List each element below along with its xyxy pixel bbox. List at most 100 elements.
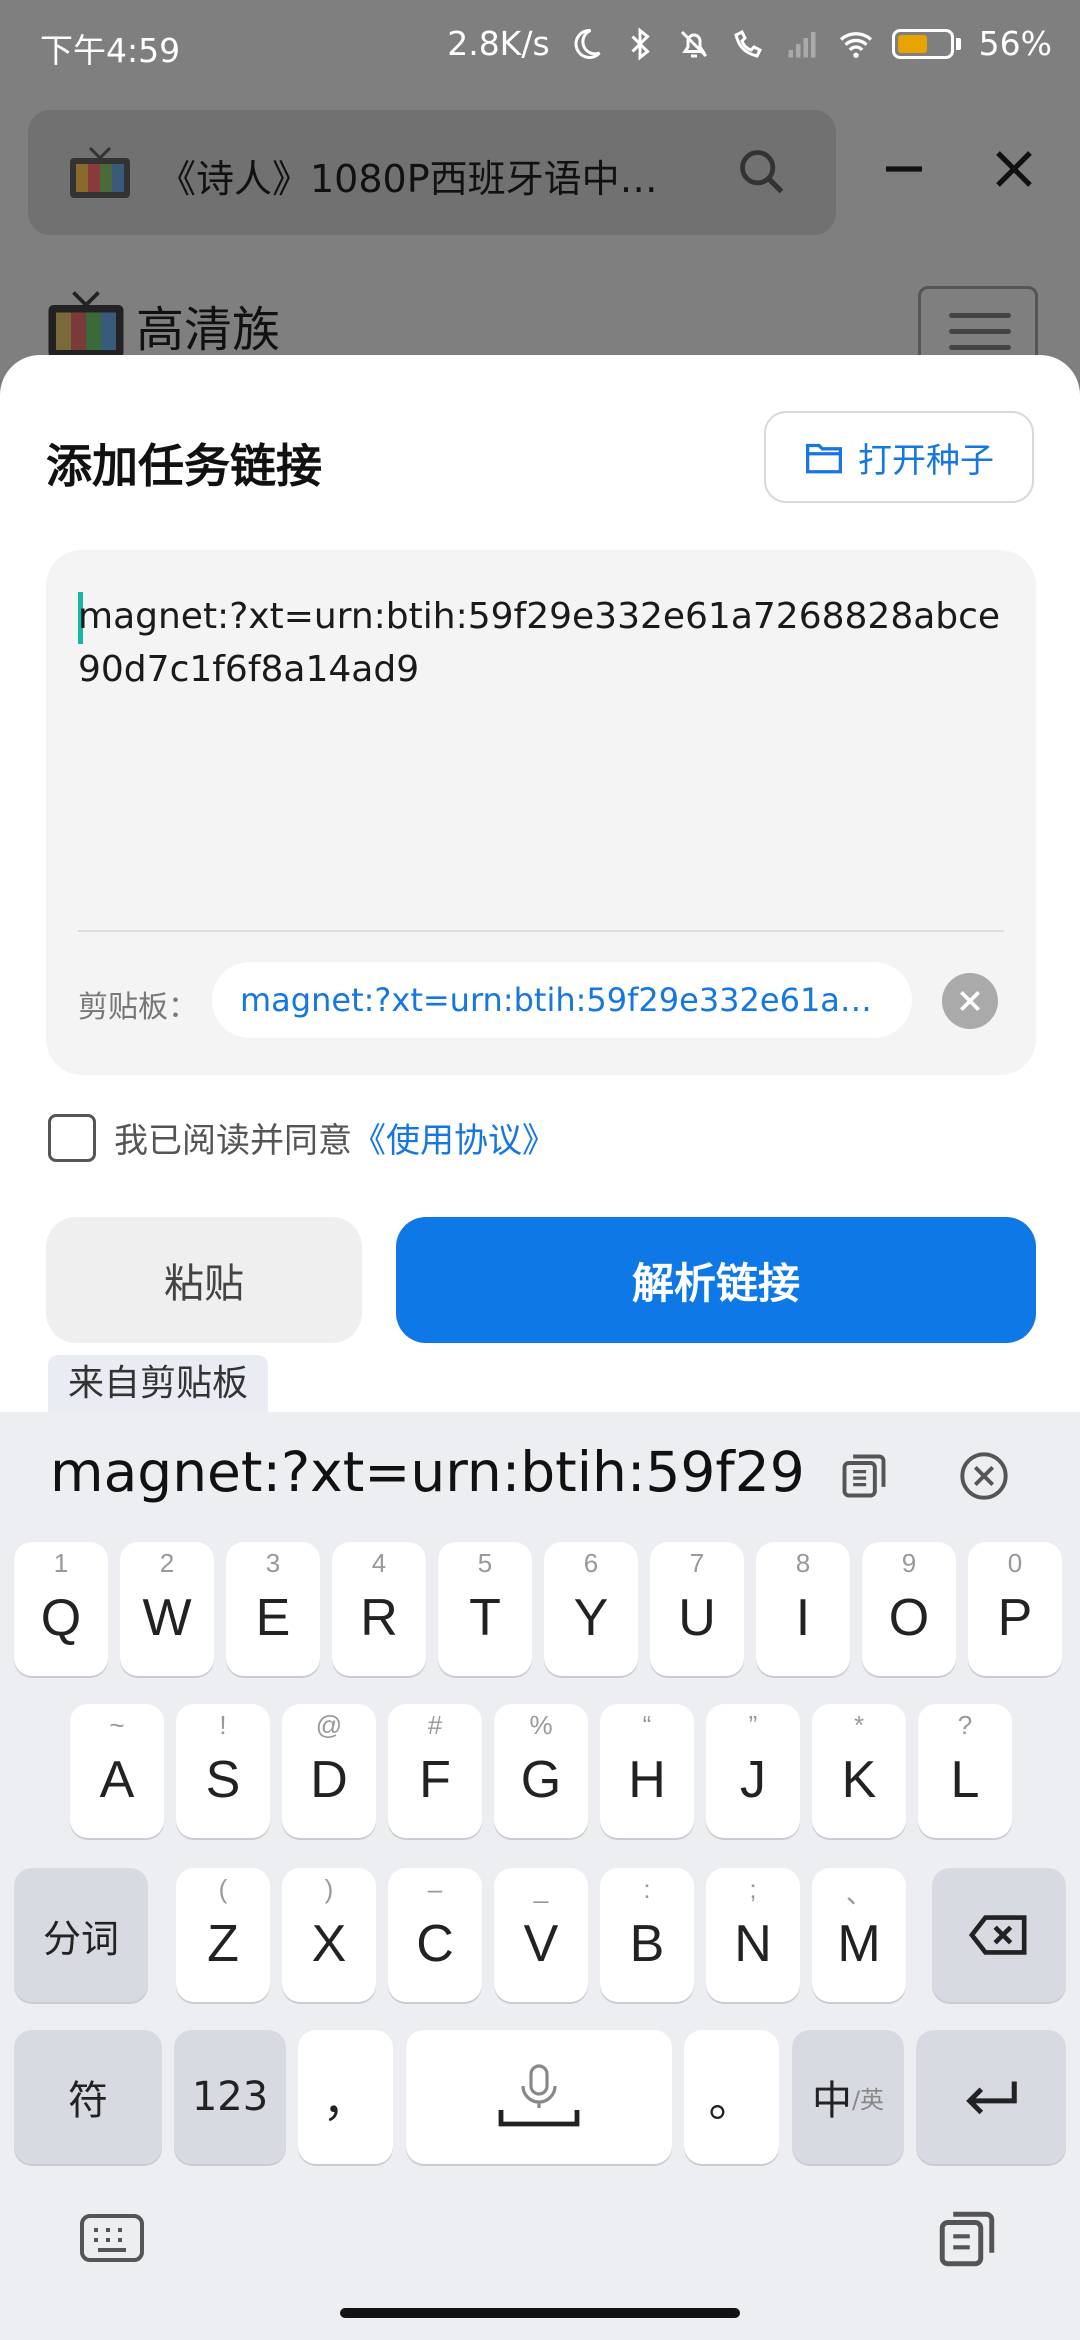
space-key[interactable] [406, 2030, 672, 2164]
open-seed-button[interactable]: 打开种子 [764, 411, 1034, 503]
period-key-label: 。 [708, 2073, 755, 2127]
backspace-key[interactable] [932, 1868, 1066, 2002]
paste-button[interactable]: 粘贴 [46, 1217, 362, 1343]
key-hint: – [427, 1874, 443, 1904]
home-indicator[interactable] [340, 2308, 740, 2318]
language-switch-key[interactable]: 中/英 [792, 2030, 904, 2164]
keyboard-hide-icon[interactable] [78, 2210, 146, 2266]
status-bar: 下午4:59 2.8K/s 56% [0, 0, 1080, 95]
tv-icon [70, 146, 130, 198]
key-s[interactable]: ! S [176, 1704, 270, 1838]
open-seed-label: 打开种子 [858, 440, 994, 481]
key-label: S [205, 1751, 241, 1809]
key-e[interactable]: 3E [226, 1542, 320, 1676]
key-q[interactable]: 1Q [14, 1542, 108, 1676]
split-icon[interactable] [838, 1450, 890, 1502]
key-label: O [888, 1589, 930, 1647]
mute-icon [680, 30, 707, 57]
key-p[interactable]: 0P [968, 1542, 1062, 1676]
key-h[interactable]: “H [600, 1704, 694, 1838]
key-label: P [997, 1589, 1033, 1647]
folder-icon [806, 443, 842, 474]
key-k[interactable]: * K [812, 1704, 906, 1838]
key-o[interactable]: 9O [862, 1542, 956, 1676]
key-v[interactable]: _ V [494, 1868, 588, 2002]
parse-link-button[interactable]: 解析链接 [396, 1217, 1036, 1343]
key-hint: 4 [371, 1548, 387, 1578]
key-hint: ) [324, 1874, 334, 1904]
status-time: 下午4:59 [40, 31, 181, 70]
clear-clipboard-button[interactable] [942, 973, 998, 1029]
enter-icon [966, 2081, 1017, 2115]
key-label: Y [573, 1589, 609, 1647]
key-label: M [837, 1915, 881, 1973]
key-g[interactable]: % G [494, 1704, 588, 1838]
key-label: Z [207, 1915, 239, 1973]
key-label: K [841, 1751, 877, 1809]
key-r[interactable]: 4R [332, 1542, 426, 1676]
clipboard-manager-icon[interactable] [934, 2206, 1000, 2272]
symbol-key[interactable]: 符 [14, 2030, 162, 2164]
key-m[interactable]: 、 M [812, 1868, 906, 2002]
signal-icon [788, 31, 816, 57]
key-z[interactable]: (Z [176, 1868, 270, 2002]
dismiss-suggestion-icon[interactable] [958, 1450, 1010, 1502]
search-icon[interactable] [736, 146, 788, 198]
key-a[interactable]: ~ A [70, 1704, 164, 1838]
key-hint: ? [957, 1710, 973, 1740]
soft-keyboard: magnet:?xt=urn:btih:59f29e 1Q2W3E4R5T6Y7… [0, 1412, 1080, 2340]
clipboard-suggestion[interactable]: magnet:?xt=urn:btih:59f29e [50, 1440, 805, 1504]
key-u[interactable]: 7U [650, 1542, 744, 1676]
key-label: B [629, 1915, 665, 1973]
key-label: U [678, 1589, 716, 1647]
key-hint: 8 [795, 1548, 811, 1578]
add-task-sheet: 添加任务链接 打开种子 magnet:?xt=urn:btih:59f29e33… [0, 355, 1080, 1415]
link-textarea[interactable]: magnet:?xt=urn:btih:59f29e332e61a7268828… [78, 590, 1008, 696]
number-key[interactable]: 123 [174, 2030, 286, 2164]
key-b[interactable]: :B [600, 1868, 694, 2002]
key-hint: ~ [109, 1710, 125, 1740]
key-i[interactable]: 8I [756, 1542, 850, 1676]
key-label: H [628, 1751, 666, 1809]
key-y[interactable]: 6Y [544, 1542, 638, 1676]
key-label: L [950, 1751, 980, 1809]
period-key[interactable]: 。 [684, 2030, 779, 2164]
enter-key[interactable] [916, 2030, 1066, 2164]
key-hint: * [853, 1710, 865, 1740]
agreement-link[interactable]: 《使用协议》 [352, 1121, 556, 1161]
key-d[interactable]: @ D [282, 1704, 376, 1838]
key-n[interactable]: ; N [706, 1868, 800, 2002]
close-icon[interactable] [990, 145, 1038, 193]
site-logo[interactable]: 高清族 [46, 290, 280, 360]
key-hint: _ [533, 1874, 549, 1904]
minimize-icon[interactable] [880, 145, 928, 193]
agreement-row: 我已阅读并同意《使用协议》 [48, 1113, 556, 1162]
comma-key-label: ， [322, 2073, 369, 2127]
key-f[interactable]: # F [388, 1704, 482, 1838]
agree-text: 我已阅读并同意 [114, 1121, 352, 1161]
key-hint: ( [218, 1874, 228, 1904]
wifi-icon [839, 31, 872, 58]
clipboard-chip[interactable]: magnet:?xt=urn:btih:59f29e332e61a7268828… [212, 962, 912, 1038]
key-x[interactable]: ) X [282, 1868, 376, 2002]
page-title: 《诗人》1080P西班牙语中… [158, 157, 658, 201]
key-hint: 6 [583, 1548, 599, 1578]
address-bar[interactable]: 《诗人》1080P西班牙语中… [28, 110, 836, 235]
key-t[interactable]: 5T [438, 1542, 532, 1676]
key-j[interactable]: ” J [706, 1704, 800, 1838]
key-l[interactable]: ? L [918, 1704, 1012, 1838]
clipboard-label: 剪贴板： [78, 990, 198, 1025]
battery-percent: 56% [978, 24, 1052, 63]
key-label: W [142, 1589, 192, 1647]
key-w[interactable]: 2W [120, 1542, 214, 1676]
key-label: G [520, 1751, 562, 1809]
key-hint: % [529, 1710, 553, 1740]
symbol-key-label: 符 [68, 2078, 108, 2124]
segment-key[interactable]: 分词 [14, 1868, 148, 2002]
battery-icon [891, 28, 961, 59]
comma-key[interactable]: ， [298, 2030, 393, 2164]
key-label: A [99, 1751, 135, 1809]
key-hint: 5 [477, 1548, 493, 1578]
agree-checkbox[interactable] [48, 1113, 96, 1162]
key-c[interactable]: – C [388, 1868, 482, 2002]
